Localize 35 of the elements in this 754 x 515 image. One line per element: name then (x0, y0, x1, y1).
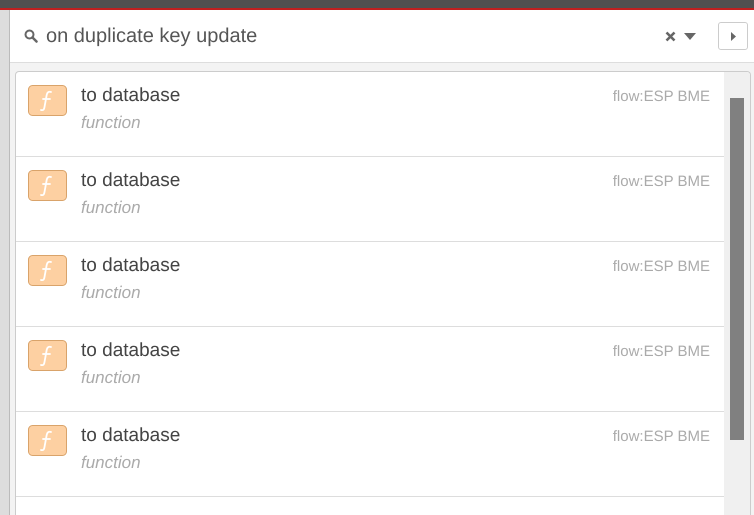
search-bar[interactable]: on duplicate key update (10, 10, 754, 63)
flow-name: flow:ESP BME (612, 342, 710, 362)
result-row[interactable]: to database function flow:ESP BME (16, 412, 724, 497)
node-type: function (81, 368, 142, 388)
search-field[interactable]: on duplicate key update (46, 24, 657, 48)
caret-right-icon (730, 32, 736, 40)
node-label: to database (81, 85, 182, 107)
clear-button[interactable] (665, 30, 676, 42)
close-icon (665, 30, 676, 42)
caret-down-icon (684, 32, 696, 40)
result-row[interactable]: to database function flow:ESP BME (16, 327, 724, 412)
node-type: function (81, 283, 142, 303)
result-row[interactable]: to database function flow:ESP BME (16, 157, 724, 242)
function-icon (28, 255, 67, 286)
node-type: function (81, 453, 142, 473)
flow-name: flow:ESP BME (612, 257, 710, 277)
result-row[interactable]: to database function flow:ESP BME (16, 72, 724, 157)
node-type: function (81, 113, 142, 133)
result-row[interactable]: to database function flow:ESP BME (16, 242, 724, 327)
next-button[interactable] (718, 22, 748, 50)
function-icon (28, 85, 67, 116)
node-label: to database (81, 255, 182, 277)
dropdown-button[interactable] (684, 32, 696, 40)
function-icon (28, 425, 67, 456)
search-icon (24, 29, 38, 43)
node-label: to database (81, 425, 182, 447)
node-type: function (81, 198, 142, 218)
scrollbar-thumb[interactable] (730, 98, 744, 440)
flow-name: flow:ESP BME (612, 427, 710, 447)
function-icon (28, 170, 67, 201)
node-label: to database (81, 340, 182, 362)
flow-name: flow:ESP BME (612, 172, 710, 192)
function-icon (28, 340, 67, 371)
node-label: to database (81, 170, 182, 192)
flow-name: flow:ESP BME (612, 87, 710, 107)
